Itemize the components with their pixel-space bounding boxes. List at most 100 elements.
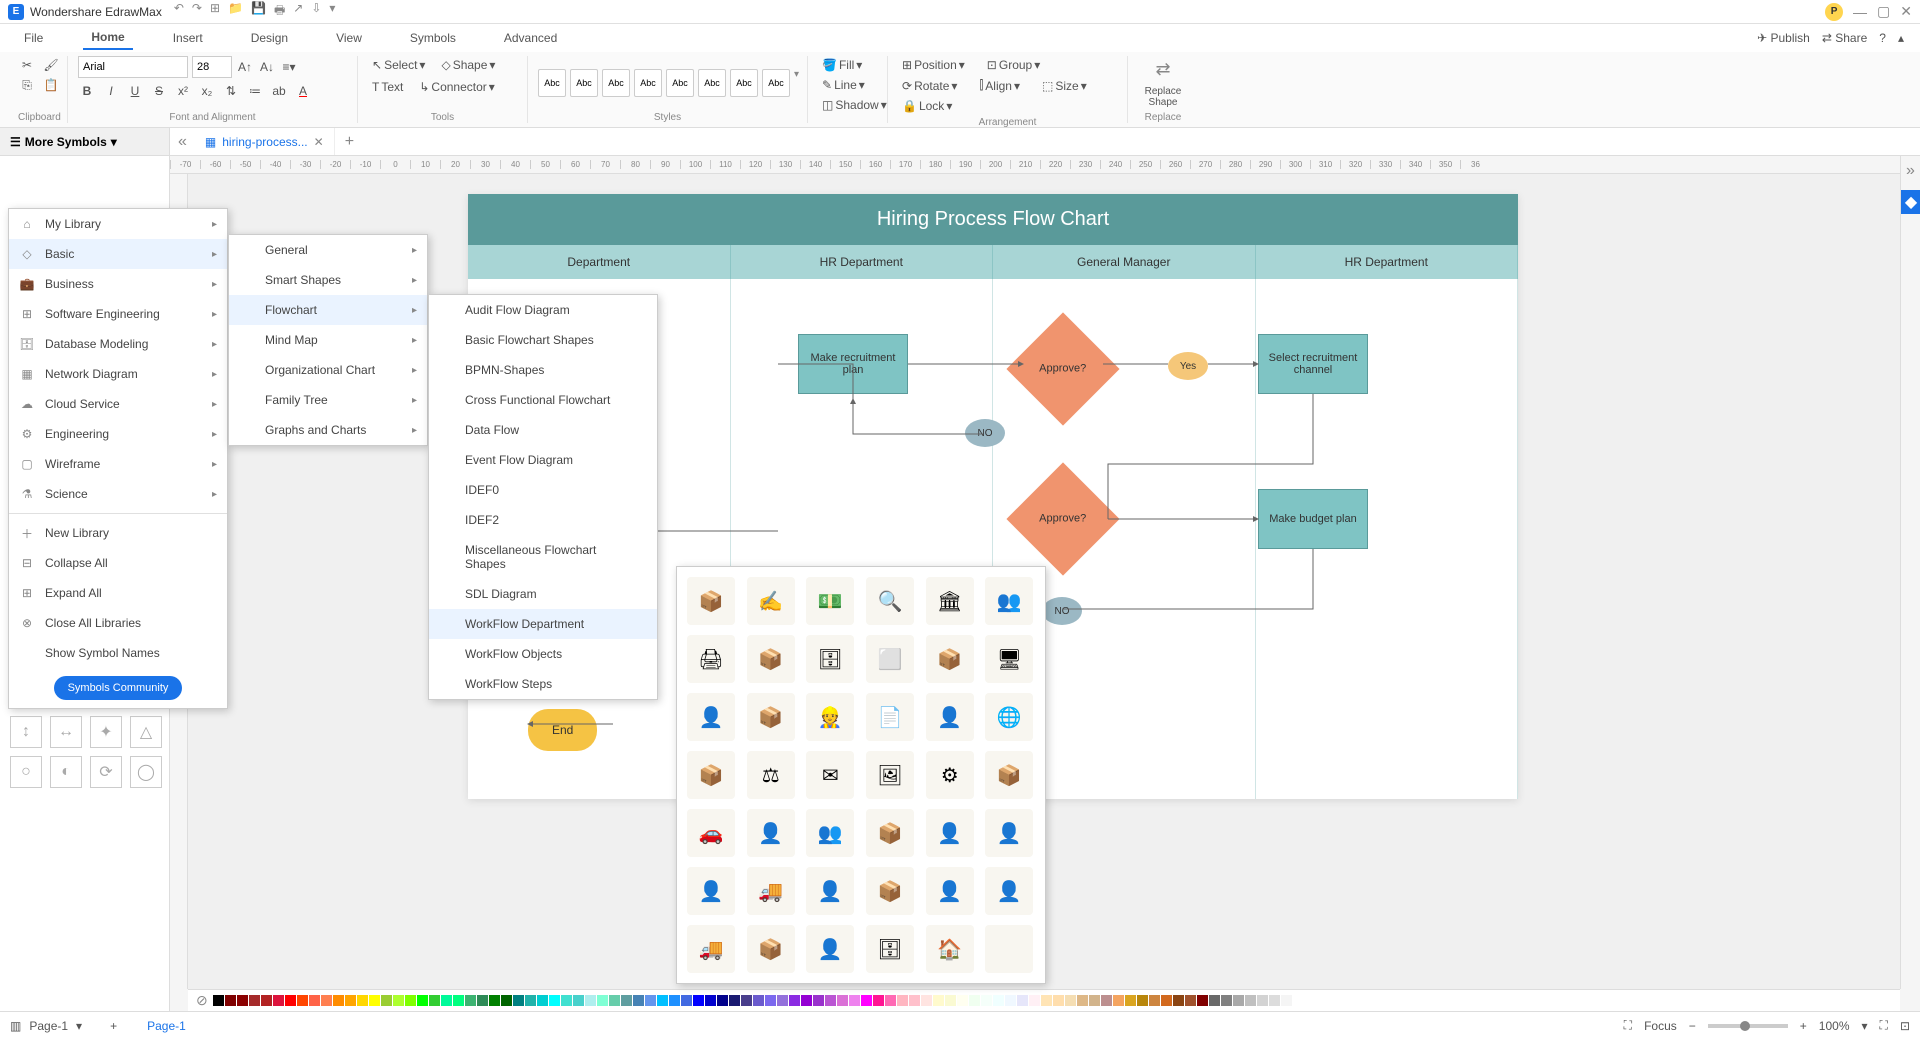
symbol-item[interactable]: 🚗 <box>687 809 735 857</box>
symbol-item[interactable]: 👤 <box>985 867 1033 915</box>
tab-symbols[interactable]: Symbols <box>402 27 464 49</box>
color-swatch[interactable] <box>909 995 920 1006</box>
zoom-dropdown-icon[interactable]: ▾ <box>1862 1019 1868 1033</box>
color-swatch[interactable] <box>261 995 272 1006</box>
submenu-workflow-dept[interactable]: WorkFlow Department <box>429 609 657 639</box>
cut-icon[interactable]: ✂ <box>18 56 36 74</box>
color-swatch[interactable] <box>537 995 548 1006</box>
shape-item[interactable]: ↔ <box>50 716 82 748</box>
color-swatch[interactable] <box>1173 995 1184 1006</box>
color-swatch[interactable] <box>1137 995 1148 1006</box>
menu-new-library[interactable]: ＋New Library <box>9 518 227 548</box>
color-swatch[interactable] <box>597 995 608 1006</box>
flow-no-1[interactable]: NO <box>965 419 1005 447</box>
collapse-sidebar-icon[interactable]: « <box>170 133 195 151</box>
color-swatch[interactable] <box>957 995 968 1006</box>
symbol-item[interactable]: 👤 <box>687 867 735 915</box>
menu-my-library[interactable]: ⌂My Library▸ <box>9 209 227 239</box>
color-swatch[interactable] <box>873 995 884 1006</box>
symbol-item[interactable]: 📦 <box>747 635 795 683</box>
group-button[interactable]: ⊡ Group▾ <box>983 56 1044 74</box>
position-button[interactable]: ⊞ Position▾ <box>898 56 969 74</box>
symbol-item[interactable]: 👥 <box>806 809 854 857</box>
color-swatch[interactable] <box>645 995 656 1006</box>
color-swatch[interactable] <box>633 995 644 1006</box>
color-swatch[interactable] <box>741 995 752 1006</box>
style-preset[interactable]: Abc <box>602 69 630 97</box>
color-swatch[interactable] <box>729 995 740 1006</box>
color-swatch[interactable] <box>213 995 224 1006</box>
symbol-item[interactable]: 👤 <box>985 809 1033 857</box>
tab-advanced[interactable]: Advanced <box>496 27 565 49</box>
close-tab-icon[interactable]: ✕ <box>314 135 324 149</box>
copy-icon[interactable]: ⎘ <box>18 76 36 94</box>
color-swatch[interactable] <box>1245 995 1256 1006</box>
submenu-sdl[interactable]: SDL Diagram <box>429 579 657 609</box>
symbols-community-button[interactable]: Symbols Community <box>54 676 183 700</box>
color-swatch[interactable] <box>945 995 956 1006</box>
line-button[interactable]: ✎ Line ▾ <box>818 76 869 94</box>
color-swatch[interactable] <box>921 995 932 1006</box>
color-swatch[interactable] <box>345 995 356 1006</box>
color-swatch[interactable] <box>789 995 800 1006</box>
replace-shape-icon[interactable]: ⇄ <box>1155 59 1170 80</box>
connector-button[interactable]: ↳ Connector ▾ <box>415 78 498 96</box>
symbol-item[interactable]: 👤 <box>926 809 974 857</box>
print-icon[interactable]: 🖶 <box>274 1 285 22</box>
color-swatch[interactable] <box>453 995 464 1006</box>
symbol-item[interactable]: ✍ <box>747 577 795 625</box>
color-swatch[interactable] <box>681 995 692 1006</box>
color-swatch[interactable] <box>813 995 824 1006</box>
tab-view[interactable]: View <box>328 27 370 49</box>
shape-item[interactable]: ○ <box>10 756 42 788</box>
strike-icon[interactable]: S <box>150 82 168 100</box>
color-swatch[interactable] <box>285 995 296 1006</box>
color-swatch[interactable] <box>1065 995 1076 1006</box>
share-button[interactable]: ⇄ Share <box>1822 31 1867 45</box>
shadow-button[interactable]: ◫ Shadow ▾ <box>818 96 891 114</box>
fullscreen-icon[interactable]: ⊡ <box>1900 1019 1910 1033</box>
color-swatch[interactable] <box>837 995 848 1006</box>
symbol-item[interactable]: ⚙ <box>926 751 974 799</box>
submenu-cross-functional[interactable]: Cross Functional Flowchart <box>429 385 657 415</box>
symbol-item[interactable]: 🚚 <box>747 867 795 915</box>
underline-icon[interactable]: U <box>126 82 144 100</box>
color-swatch[interactable] <box>1281 995 1292 1006</box>
symbol-item[interactable]: 👤 <box>747 809 795 857</box>
size-button[interactable]: ⬚ Size▾ <box>1038 77 1091 95</box>
color-swatch[interactable] <box>513 995 524 1006</box>
align-menu-icon[interactable]: ≡▾ <box>280 58 298 76</box>
menu-show-symbol-names[interactable]: Show Symbol Names <box>9 638 227 668</box>
color-swatch[interactable] <box>369 995 380 1006</box>
color-swatch[interactable] <box>1005 995 1016 1006</box>
symbol-item[interactable]: 💵 <box>806 577 854 625</box>
italic-icon[interactable]: I <box>102 82 120 100</box>
focus-label[interactable]: Focus <box>1644 1019 1677 1033</box>
decrease-font-icon[interactable]: A↓ <box>258 58 276 76</box>
symbol-item[interactable]: 🔍 <box>866 577 914 625</box>
color-swatch[interactable] <box>969 995 980 1006</box>
flow-end[interactable]: End <box>528 709 597 751</box>
subscript-icon[interactable]: x₂ <box>198 82 216 100</box>
color-swatch[interactable] <box>765 995 776 1006</box>
color-swatch[interactable] <box>801 995 812 1006</box>
symbol-item[interactable]: 🌐 <box>985 693 1033 741</box>
submenu-data-flow[interactable]: Data Flow <box>429 415 657 445</box>
more-symbols-button[interactable]: ☰ More Symbols ▾ <box>0 128 170 155</box>
import-icon[interactable]: ⇩ <box>311 1 321 22</box>
color-swatch[interactable] <box>933 995 944 1006</box>
lane-header[interactable]: Department <box>468 245 731 279</box>
symbol-item[interactable]: 🗄 <box>806 635 854 683</box>
color-swatch[interactable] <box>753 995 764 1006</box>
color-swatch[interactable] <box>1017 995 1028 1006</box>
shape-button[interactable]: ◇ Shape ▾ <box>437 56 499 74</box>
color-swatch[interactable] <box>1233 995 1244 1006</box>
color-swatch[interactable] <box>225 995 236 1006</box>
color-swatch[interactable] <box>1197 995 1208 1006</box>
submenu-idef0[interactable]: IDEF0 <box>429 475 657 505</box>
new-icon[interactable]: ⊞ <box>210 1 220 22</box>
align-button[interactable]: ⫿ Align▾ <box>975 76 1024 95</box>
add-tab-icon[interactable]: + <box>335 133 364 151</box>
symbol-item[interactable]: 👥 <box>985 577 1033 625</box>
color-swatch[interactable] <box>309 995 320 1006</box>
